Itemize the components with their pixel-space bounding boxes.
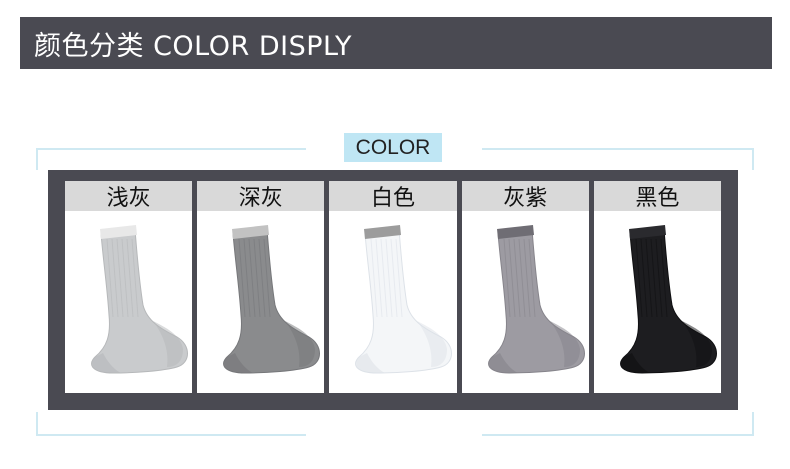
sock-illustration <box>487 225 585 374</box>
dark-gray-sock <box>197 211 325 393</box>
color-card[interactable]: 深灰 <box>197 181 325 393</box>
black-sock <box>593 211 722 393</box>
color-card-label: 黑色 <box>593 181 722 211</box>
page-title: 颜色分类 COLOR DISPLY <box>34 30 352 62</box>
frame-top-left-line <box>36 148 306 150</box>
color-card[interactable]: 浅灰 <box>65 181 193 393</box>
sock-illustration <box>619 225 717 374</box>
white-sock <box>329 211 457 393</box>
color-card[interactable]: 黑色 <box>593 181 722 393</box>
frame-left-top-tick <box>36 148 38 170</box>
color-card[interactable]: 灰紫 <box>461 181 589 393</box>
color-card-label: 浅灰 <box>65 181 193 211</box>
sock-illustration <box>223 225 321 374</box>
frame-top-right-line <box>482 148 754 150</box>
frame-right-bottom-tick <box>752 412 754 436</box>
frame-bottom-left-line <box>36 434 306 436</box>
color-card[interactable]: 白色 <box>329 181 457 393</box>
header-bar: 颜色分类 COLOR DISPLY <box>20 17 772 69</box>
color-card-label: 深灰 <box>197 181 325 211</box>
color-card-label: 灰紫 <box>461 181 589 211</box>
gray-purple-sock <box>461 211 589 393</box>
color-panel: 浅灰 深灰 白色 灰紫 黑色 <box>48 170 738 410</box>
sock-illustration <box>91 225 188 374</box>
frame-right-top-tick <box>752 148 754 170</box>
light-gray-sock <box>65 211 193 393</box>
sock-illustration <box>355 225 453 374</box>
section-tag: COLOR <box>344 133 442 162</box>
frame-left-bottom-tick <box>36 412 38 436</box>
color-card-label: 白色 <box>329 181 457 211</box>
frame-bottom-right-line <box>482 434 754 436</box>
